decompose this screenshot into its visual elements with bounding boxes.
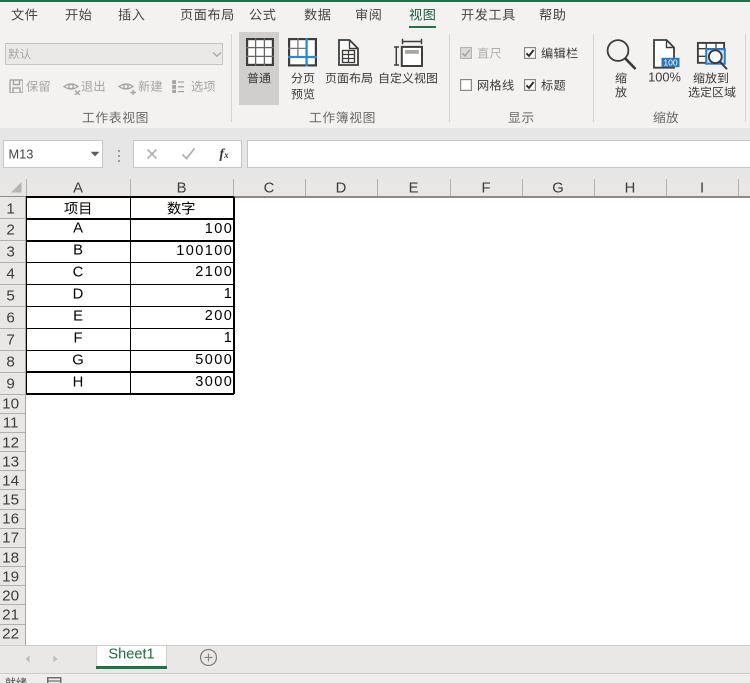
svg-text:100: 100 (663, 57, 678, 67)
